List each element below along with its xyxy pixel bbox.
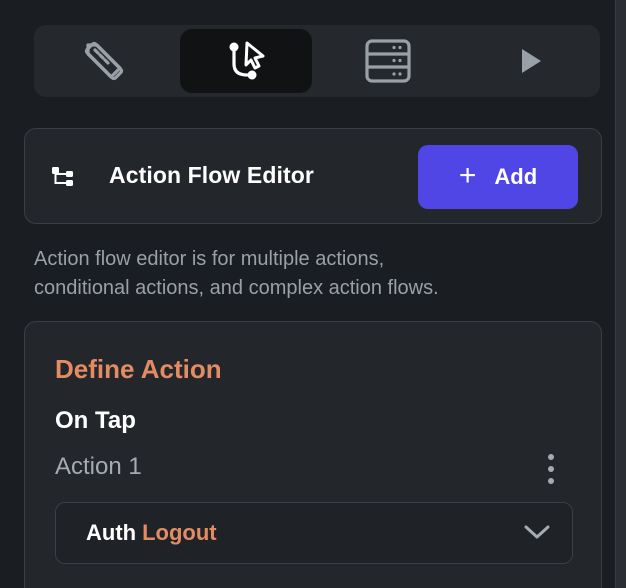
plus-icon: + [458, 158, 477, 192]
add-action-flow-button[interactable]: + Add [418, 145, 578, 209]
database-icon [365, 39, 411, 83]
define-action-card: Define Action On Tap Action 1 Auth Logout [24, 321, 602, 588]
action-type-select[interactable]: Auth Logout [55, 502, 573, 564]
description-line-2: conditional actions, and complex action … [34, 277, 439, 299]
chevron-down-icon [524, 525, 550, 539]
more-options-icon[interactable] [541, 452, 561, 486]
app-panel: Action Flow Editor + Add Action flow edi… [0, 0, 626, 588]
action-category: Auth [86, 520, 137, 545]
action-flow-editor-title: Action Flow Editor [109, 162, 314, 188]
tab-design-tools[interactable] [38, 29, 170, 93]
define-action-title: Define Action [55, 354, 222, 384]
scrollbar-track[interactable] [616, 0, 626, 588]
mode-toolbar [34, 25, 600, 97]
tree-nodes-icon [52, 167, 73, 186]
action-flow-description: Action flow editor is for multiple actio… [34, 245, 594, 303]
action-type-value: Auth Logout [86, 520, 217, 546]
action-flow-icon [229, 41, 265, 80]
action-value: Logout [142, 520, 217, 545]
design-tools-icon [84, 41, 124, 81]
action-name-label: Action 1 [55, 453, 142, 480]
tab-database[interactable] [322, 29, 454, 93]
action-flow-editor-card: Action Flow Editor + Add [24, 128, 602, 224]
play-icon [522, 49, 541, 73]
tab-action-flow[interactable] [180, 29, 312, 93]
description-line-1: Action flow editor is for multiple actio… [34, 248, 385, 270]
add-button-label: Add [494, 164, 538, 189]
trigger-label: On Tap [55, 407, 136, 434]
tab-run[interactable] [464, 29, 596, 93]
